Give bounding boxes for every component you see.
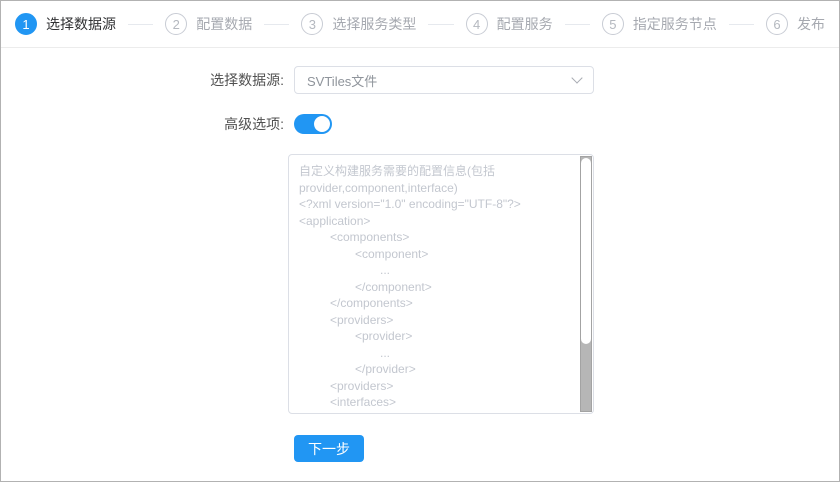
config-line: </components> — [299, 295, 573, 312]
datasource-selected-value: SVTiles文件 — [307, 71, 377, 90]
step-6-number-icon: 6 — [766, 13, 788, 35]
config-line: </provider> — [299, 361, 573, 378]
step-connector — [264, 24, 289, 25]
step-6-label: 发布 — [797, 14, 825, 34]
next-button[interactable]: 下一步 — [294, 435, 364, 462]
config-line: <provider> — [299, 328, 573, 345]
step-connector — [428, 24, 453, 25]
step-5-specify-service-node: 5 指定服务节点 — [602, 13, 717, 35]
datasource-select[interactable]: SVTiles文件 — [294, 66, 594, 94]
scrollbar-track[interactable] — [580, 156, 592, 412]
step-3-select-service-type: 3 选择服务类型 — [301, 13, 416, 35]
datasource-label: 选择数据源: — [1, 70, 284, 90]
config-line: 自定义构建服务需要的配置信息(包括 — [299, 163, 573, 180]
step-connector — [729, 24, 754, 25]
step-3-label: 选择服务类型 — [332, 14, 416, 34]
config-line: <application> — [299, 213, 573, 230]
step-connector — [128, 24, 153, 25]
config-line: </component> — [299, 279, 573, 296]
wizard-page: 1 选择数据源 2 配置数据 3 选择服务类型 4 配置服务 5 指定服务节点 … — [0, 0, 840, 482]
form-area: 选择数据源: SVTiles文件 高级选项: 自定义构建服务需要的配置信息(包括… — [1, 48, 839, 462]
config-textarea[interactable]: 自定义构建服务需要的配置信息(包括 provider,component,int… — [288, 154, 594, 414]
step-3-number-icon: 3 — [301, 13, 323, 35]
chevron-down-icon — [571, 72, 582, 83]
step-1-select-datasource: 1 选择数据源 — [15, 13, 116, 35]
step-2-number-icon: 2 — [165, 13, 187, 35]
config-line: <components> — [299, 229, 573, 246]
step-1-number-icon: 1 — [15, 13, 37, 35]
datasource-row: 选择数据源: SVTiles文件 — [1, 66, 839, 94]
step-2-configure-data: 2 配置数据 — [165, 13, 252, 35]
step-5-number-icon: 5 — [602, 13, 624, 35]
step-4-number-icon: 4 — [466, 13, 488, 35]
step-connector — [565, 24, 590, 25]
config-line: <providers> — [299, 378, 573, 395]
advanced-options-toggle[interactable] — [294, 114, 332, 134]
config-line: ... — [299, 262, 573, 279]
step-5-label: 指定服务节点 — [633, 14, 717, 34]
config-line: <component> — [299, 246, 573, 263]
step-4-label: 配置服务 — [497, 14, 553, 34]
advanced-options-row: 高级选项: — [1, 114, 839, 134]
step-1-label: 选择数据源 — [46, 14, 116, 34]
step-4-configure-service: 4 配置服务 — [466, 13, 553, 35]
step-2-label: 配置数据 — [196, 14, 252, 34]
config-line: provider,component,interface) — [299, 180, 573, 197]
step-6-publish: 6 发布 — [766, 13, 825, 35]
advanced-options-label: 高级选项: — [1, 114, 284, 134]
scrollbar-thumb[interactable] — [581, 158, 591, 344]
config-line: <?xml version="1.0" encoding="UTF-8"?> — [299, 196, 573, 213]
config-line: <providers> — [299, 312, 573, 329]
config-line: ... — [299, 345, 573, 362]
steps-bar: 1 选择数据源 2 配置数据 3 选择服务类型 4 配置服务 5 指定服务节点 … — [1, 1, 839, 48]
config-line: <interfaces> — [299, 394, 573, 411]
toggle-knob — [314, 116, 330, 132]
